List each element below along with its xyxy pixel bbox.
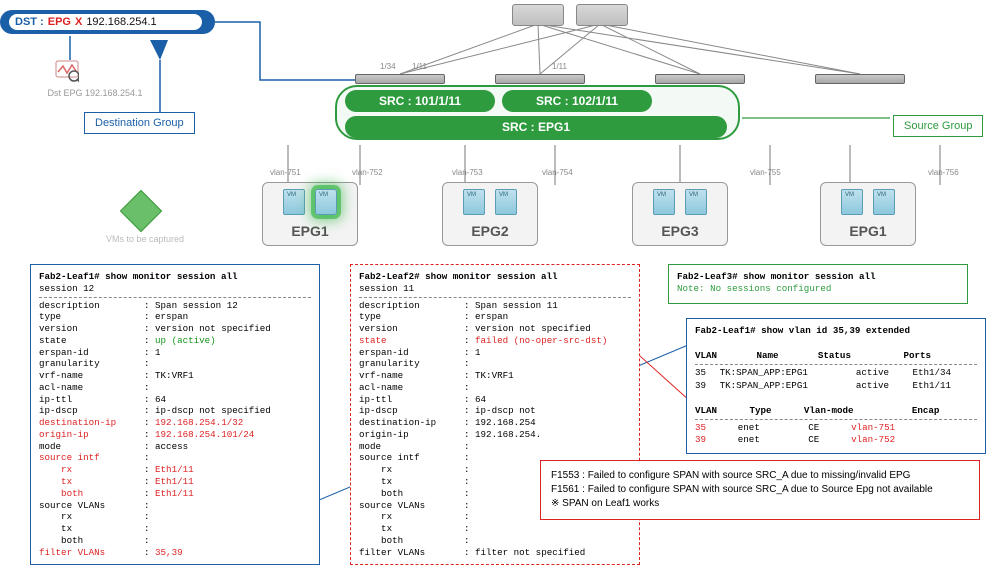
error-callout: F1553 : Failed to configure SPAN with so… <box>540 460 980 520</box>
vlan-label-756: vlan-756 <box>928 168 959 177</box>
error-line-note: ※ SPAN on Leaf1 works <box>551 497 969 511</box>
spine-switch-1 <box>512 4 564 26</box>
callout-destination-group: Destination Group <box>84 112 195 134</box>
server-group-epg1-b: EPG1 <box>820 182 916 246</box>
vm-capture-caption: VMs to be captured <box>90 234 200 244</box>
dst-x: X <box>75 16 82 28</box>
dst-ip: 192.168.254.1 <box>86 16 156 28</box>
analyzer-icon <box>55 60 79 82</box>
vlan-label-752: vlan-752 <box>352 168 383 177</box>
vm-icon <box>495 189 517 215</box>
src-pill-101: SRC : 101/1/11 <box>345 90 495 112</box>
vm-cube-icon <box>124 194 158 228</box>
terminal-leaf2-session: session 11 <box>359 283 631 295</box>
dst-epg: EPG <box>48 16 71 28</box>
terminal-leaf2-header: Fab2-Leaf2# show monitor session all <box>359 271 631 283</box>
callout-source-group: Source Group <box>893 115 983 137</box>
server-group-title: EPG1 <box>849 223 886 239</box>
vlan-table-1-body: 35TK:SPAN_APP:EPG1activeEth1/3439TK:SPAN… <box>695 367 977 392</box>
vm-icon <box>653 189 675 215</box>
server-group-epg2: EPG2 <box>442 182 538 246</box>
terminal-leaf1-header: Fab2-Leaf1# show monitor session all <box>39 271 311 283</box>
analyzer-label: Dst EPG 192.168.254.1 <box>40 88 150 98</box>
terminal-leaf3-header: Fab2-Leaf3# show monitor session all <box>677 271 959 283</box>
leaf-switch-2 <box>495 74 585 84</box>
server-group-title: EPG3 <box>661 223 698 239</box>
port-label-1-34: 1/34 <box>380 62 396 71</box>
terminal-leaf1-session: session 12 <box>39 283 311 295</box>
vlan-table-2: VLANTypeVlan-modeEncap <box>695 405 977 417</box>
vm-icon <box>463 189 485 215</box>
src-pill-102: SRC : 102/1/11 <box>502 90 652 112</box>
vm-icon <box>873 189 895 215</box>
dst-pill: DST : EPG X 192.168.254.1 <box>0 10 215 34</box>
error-line-f1561: F1561 : Failed to configure SPAN with so… <box>551 483 969 497</box>
terminal-leaf3-note: Note: No sessions configured <box>677 283 959 295</box>
terminal-leaf1: Fab2-Leaf1# show monitor session all ses… <box>30 264 320 565</box>
vlan-label-753: vlan-753 <box>452 168 483 177</box>
terminal-leaf3: Fab2-Leaf3# show monitor session all Not… <box>668 264 968 304</box>
server-group-title: EPG2 <box>471 223 508 239</box>
dst-label: DST : <box>15 16 44 28</box>
leaf-switch-4 <box>815 74 905 84</box>
vlan-table-1: VLANNameStatusPorts <box>695 350 977 362</box>
vlan-label-751: vlan-751 <box>270 168 301 177</box>
server-group-epg3: EPG3 <box>632 182 728 246</box>
vlan-extended-box: Fab2-Leaf1# show vlan id 35,39 extended … <box>686 318 986 454</box>
leaf-switch-1 <box>355 74 445 84</box>
leaf-switch-3 <box>655 74 745 84</box>
port-label-1-11-a: 1/11 <box>412 62 427 71</box>
vlan-ext-header: Fab2-Leaf1# show vlan id 35,39 extended <box>695 325 977 337</box>
error-line-f1553: F1553 : Failed to configure SPAN with so… <box>551 469 969 483</box>
vm-icon <box>685 189 707 215</box>
vlan-label-755: vlan-755 <box>750 168 781 177</box>
server-group-epg1-a: EPG1 <box>262 182 358 246</box>
dst-pill-inner: DST : EPG X 192.168.254.1 <box>8 13 203 31</box>
vm-icon-captured <box>315 189 337 215</box>
vlan-label-754: vlan-754 <box>542 168 573 177</box>
vm-icon <box>283 189 305 215</box>
port-label-1-11-b: 1/11 <box>552 62 567 71</box>
vm-icon <box>841 189 863 215</box>
vlan-table-2-body: 35enetCEvlan-75139enetCEvlan-752 <box>695 422 977 447</box>
server-group-title: EPG1 <box>291 223 328 239</box>
spine-switch-2 <box>576 4 628 26</box>
src-pill-epg1: SRC : EPG1 <box>345 116 727 138</box>
